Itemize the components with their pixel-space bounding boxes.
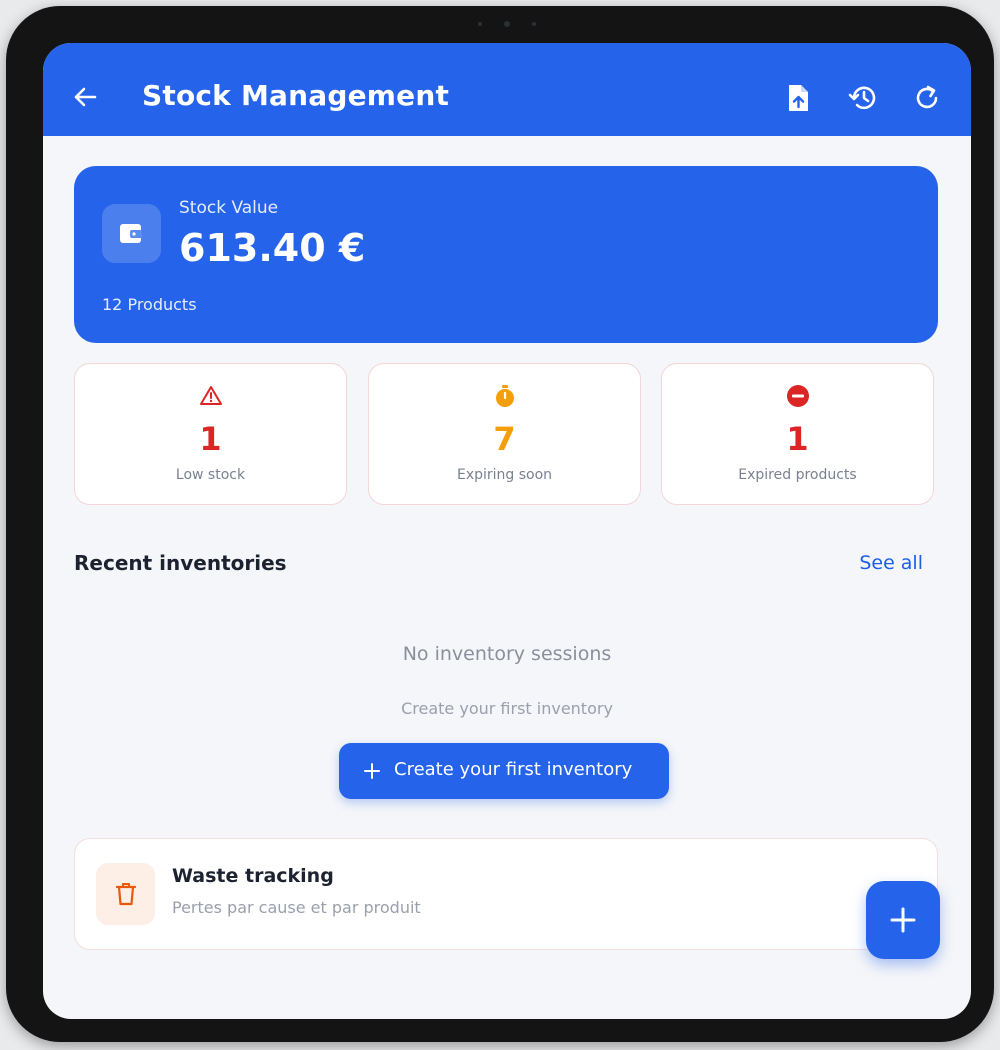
see-all-link[interactable]: See all xyxy=(859,552,923,574)
expiring-soon-count: 7 xyxy=(493,420,516,458)
empty-state-subtitle: Create your first inventory xyxy=(401,699,613,718)
low-stock-label: Low stock xyxy=(175,467,246,483)
page-title: Stock Management xyxy=(142,79,450,112)
waste-tracking-title: Waste tracking xyxy=(172,865,334,887)
stat-card-expired-products[interactable]: 1 Expired products xyxy=(661,363,934,505)
recent-inventories-title: Recent inventories xyxy=(74,551,287,575)
plus-icon xyxy=(890,907,916,933)
add-fab-button[interactable] xyxy=(866,881,940,959)
stock-value-card: Stock Value 613.40 € 12 Products xyxy=(74,166,938,343)
waste-tracking-subtitle: Pertes par cause et par produit xyxy=(172,898,421,917)
plus-icon xyxy=(364,763,380,779)
app-screen: Stock Management Stock Value 613.40 € 12… xyxy=(43,43,971,1019)
stock-value-label: Stock Value xyxy=(179,198,279,218)
refresh-icon[interactable] xyxy=(913,83,943,113)
back-arrow-icon[interactable] xyxy=(71,83,99,111)
stock-value-amount: 613.40 € xyxy=(179,226,366,270)
stat-card-expiring-soon[interactable]: 7 Expiring soon xyxy=(368,363,641,505)
no-entry-icon xyxy=(786,385,809,407)
wallet-icon-box xyxy=(102,204,161,263)
low-stock-count: 1 xyxy=(199,420,222,458)
camera-bar xyxy=(474,20,538,28)
timer-icon xyxy=(495,385,514,407)
product-count: 12 Products xyxy=(102,295,197,314)
expired-products-count: 1 xyxy=(786,420,809,458)
tablet-frame: Stock Management Stock Value 613.40 € 12… xyxy=(6,6,994,1042)
waste-icon-box xyxy=(96,863,155,925)
trash-icon xyxy=(115,883,137,906)
expired-products-label: Expired products xyxy=(738,467,857,483)
create-inventory-label: Create your first inventory xyxy=(394,759,633,780)
empty-state-title: No inventory sessions xyxy=(402,643,612,665)
create-inventory-button[interactable]: Create your first inventory xyxy=(339,743,669,799)
file-upload-icon[interactable] xyxy=(783,83,813,113)
expiring-soon-label: Expiring soon xyxy=(456,467,553,483)
waste-tracking-card[interactable]: Waste tracking Pertes par cause et par p… xyxy=(74,838,938,950)
history-icon[interactable] xyxy=(848,83,878,113)
warning-triangle-icon xyxy=(199,386,222,405)
stat-card-low-stock[interactable]: 1 Low stock xyxy=(74,363,347,505)
app-bar: Stock Management xyxy=(43,43,971,136)
wallet-icon xyxy=(120,224,142,243)
